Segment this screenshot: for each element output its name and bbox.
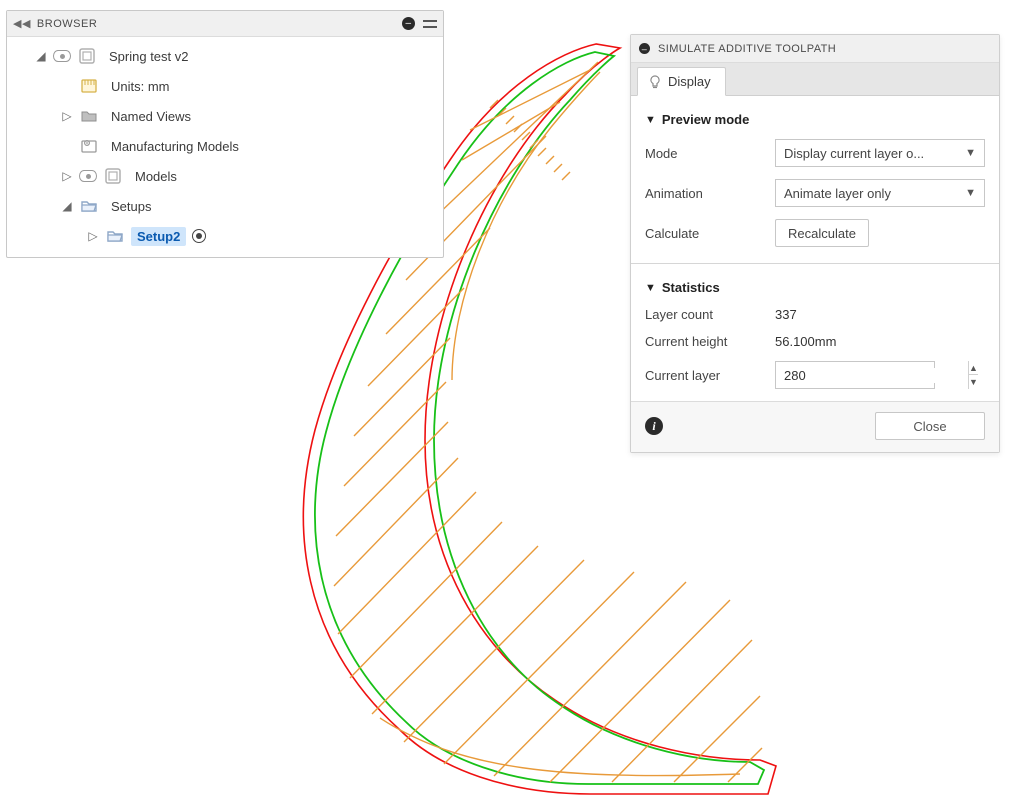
animation-select-value: Animate layer only [784, 186, 891, 201]
folder-open-icon [79, 196, 99, 216]
calculate-label: Calculate [645, 226, 775, 241]
tree-item-label: Spring test v2 [103, 47, 195, 66]
section-title-label: Statistics [662, 280, 720, 295]
component-icon [103, 166, 123, 186]
tree-item-root[interactable]: ◢ Spring test v2 [7, 41, 443, 71]
ruler-icon [79, 76, 99, 96]
current-layer-input[interactable] [776, 368, 968, 383]
simulate-panel-header[interactable]: – SIMULATE ADDITIVE TOOLPATH [631, 35, 999, 63]
row-layer-count: Layer count 337 [645, 301, 985, 328]
mode-label: Mode [645, 146, 775, 161]
folder-icon [79, 106, 99, 126]
disclosure-closed-icon[interactable]: ▷ [61, 169, 73, 183]
tree-item-units[interactable]: ▶ Units: mm [7, 71, 443, 101]
row-animation: Animation Animate layer only ▼ [645, 173, 985, 213]
row-calculate: Calculate Recalculate [645, 213, 985, 253]
visibility-eye-icon[interactable] [79, 170, 97, 182]
recalculate-button[interactable]: Recalculate [775, 219, 869, 247]
row-current-layer: Current layer ▲ ▼ [645, 355, 985, 395]
animation-select[interactable]: Animate layer only ▼ [775, 179, 985, 207]
spinner-up-icon[interactable]: ▲ [969, 361, 978, 375]
browser-panel-title: BROWSER [37, 18, 97, 30]
current-layer-label: Current layer [645, 368, 775, 383]
mode-select-value: Display current layer o... [784, 146, 924, 161]
tree-item-mfg-models[interactable]: ▶ Manufacturing Models [7, 131, 443, 161]
layer-count-value: 337 [775, 307, 985, 322]
tree-item-setup2[interactable]: ▷ Setup2 [7, 221, 443, 251]
section-statistics[interactable]: ▼ Statistics [645, 274, 985, 301]
animation-label: Animation [645, 186, 775, 201]
bulb-icon [648, 75, 662, 89]
info-icon[interactable]: i [645, 417, 663, 435]
close-button-label: Close [913, 419, 946, 434]
tree-item-models[interactable]: ▷ Models [7, 161, 443, 191]
folder-open-icon [105, 226, 125, 246]
mode-select[interactable]: Display current layer o... ▼ [775, 139, 985, 167]
minimize-dot-icon[interactable]: – [639, 43, 650, 54]
recalculate-button-label: Recalculate [788, 226, 856, 241]
section-preview-mode[interactable]: ▼ Preview mode [645, 106, 985, 133]
tree-item-label: Manufacturing Models [105, 137, 245, 156]
disclosure-closed-icon[interactable]: ▷ [61, 109, 73, 123]
spinner-down-icon[interactable]: ▼ [969, 375, 978, 389]
tab-label: Display [668, 74, 711, 89]
tree-item-label: Named Views [105, 107, 197, 126]
tree-item-label: Models [129, 167, 183, 186]
divider [631, 263, 999, 264]
disclosure-open-icon: ▼ [645, 282, 656, 294]
disclosure-closed-icon[interactable]: ▷ [87, 229, 99, 243]
layer-count-label: Layer count [645, 307, 775, 322]
tree-item-named-views[interactable]: ▷ Named Views [7, 101, 443, 131]
browser-tree: ◢ Spring test v2 ▶ Units: mm ▷ Named Vie… [7, 37, 443, 257]
row-mode: Mode Display current layer o... ▼ [645, 133, 985, 173]
double-chevron-left-icon: ◀◀ [13, 17, 31, 30]
tree-item-label: Units: mm [105, 77, 176, 96]
disclosure-open-icon: ▼ [645, 114, 656, 126]
tree-item-label: Setups [105, 197, 157, 216]
disclosure-open-icon[interactable]: ◢ [61, 199, 73, 213]
browser-panel: ◀◀ BROWSER – ◢ Spring test v2 ▶ Units: m… [6, 10, 444, 258]
tree-item-label: Setup2 [131, 227, 186, 246]
disclosure-open-icon[interactable]: ◢ [35, 49, 47, 63]
chevron-down-icon: ▼ [965, 147, 976, 159]
close-button[interactable]: Close [875, 412, 985, 440]
section-title-label: Preview mode [662, 112, 749, 127]
tree-item-setups[interactable]: ◢ Setups [7, 191, 443, 221]
tab-display[interactable]: Display [637, 67, 726, 96]
active-setup-indicator-icon[interactable] [192, 229, 206, 243]
simulate-panel-title: SIMULATE ADDITIVE TOOLPATH [658, 43, 836, 55]
panel-settings-icon[interactable] [423, 20, 437, 28]
minimize-dot-icon[interactable]: – [402, 17, 415, 30]
browser-panel-header[interactable]: ◀◀ BROWSER – [7, 11, 443, 37]
visibility-eye-icon[interactable] [53, 50, 71, 62]
tab-strip: Display [631, 63, 999, 96]
chevron-down-icon: ▼ [965, 187, 976, 199]
simulate-toolpath-panel: – SIMULATE ADDITIVE TOOLPATH Display ▼ P… [630, 34, 1000, 453]
simulate-panel-footer: i Close [631, 401, 999, 452]
component-icon [77, 46, 97, 66]
row-current-height: Current height 56.100mm [645, 328, 985, 355]
current-height-label: Current height [645, 334, 775, 349]
current-height-value: 56.100mm [775, 334, 985, 349]
gear-box-icon [79, 136, 99, 156]
current-layer-spinner[interactable]: ▲ ▼ [775, 361, 935, 389]
